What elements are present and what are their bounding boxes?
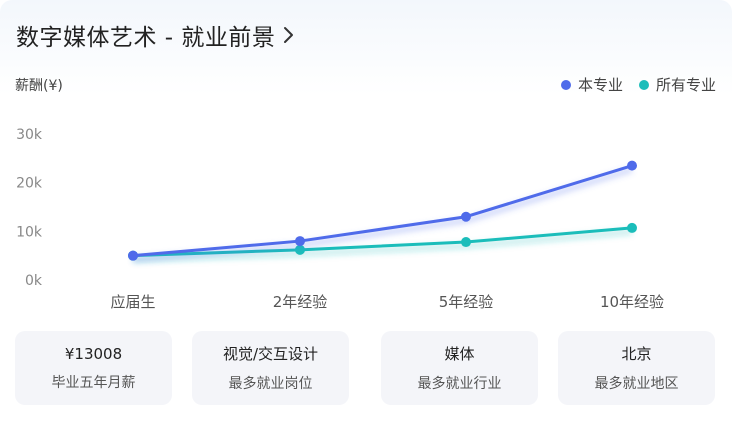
stat-value: 媒体 — [444, 345, 475, 363]
y-tick-label: 30k — [16, 127, 43, 143]
legend-item-all[interactable]: 所有专业 — [638, 74, 716, 95]
data-point[interactable] — [461, 237, 471, 248]
page-title: 数字媒体艺术 - 就业前景 — [16, 25, 276, 51]
y-tick-label: 20k — [16, 176, 43, 192]
data-point[interactable] — [461, 211, 471, 222]
legend-dot-icon — [560, 79, 571, 90]
stat-label: 最多就业岗位 — [228, 376, 313, 392]
chevron-right-icon — [283, 26, 295, 44]
y-axis-label: 薪酬(¥) — [15, 78, 63, 94]
data-point[interactable] — [627, 160, 637, 171]
stat-label: 最多就业行业 — [417, 376, 502, 392]
stat-card-industry[interactable]: 媒体 最多就业行业 — [381, 331, 538, 405]
data-point[interactable] — [128, 250, 138, 261]
stats-row: ¥13008 毕业五年月薪 视觉/交互设计 最多就业岗位 媒体 最多就业行业 北… — [15, 331, 717, 405]
chart-legend: 本专业 所有专业 — [545, 74, 716, 95]
legend-dot-icon — [638, 79, 649, 90]
legend-label-all: 所有专业 — [655, 76, 716, 94]
stat-label: 最多就业地区 — [594, 376, 679, 392]
employment-card: 数字媒体艺术 - 就业前景 薪酬(¥) 本专业 所有专业 0k 10k 20k 30k… — [0, 0, 732, 431]
stat-value: 视觉/交互设计 — [222, 345, 319, 363]
stat-value: ¥13008 — [64, 344, 123, 363]
legend-label-major: 本专业 — [577, 76, 623, 94]
data-point[interactable] — [627, 222, 637, 233]
data-point[interactable] — [295, 236, 305, 247]
salary-line-chart: 0k 10k 20k 30k 应届生 2年经验 5年经验 10年经验 — [16, 127, 664, 311]
stat-value: 北京 — [621, 345, 652, 363]
y-tick-label: 10k — [16, 224, 43, 240]
title-link[interactable]: 数字媒体艺术 - 就业前景 — [16, 18, 295, 52]
stat-card-region[interactable]: 北京 最多就业地区 — [558, 331, 715, 405]
stat-label: 毕业五年月薪 — [51, 374, 136, 391]
stat-card-position[interactable]: 视觉/交互设计 最多就业岗位 — [192, 331, 349, 405]
series-line-major — [132, 164, 633, 258]
x-tick-label: 2年经验 — [273, 293, 328, 311]
x-tick-label: 5年经验 — [439, 293, 494, 311]
stat-card-salary[interactable]: ¥13008 毕业五年月薪 — [15, 331, 172, 405]
y-tick-label: 0k — [25, 273, 43, 289]
legend-item-major[interactable]: 本专业 — [560, 74, 623, 95]
x-tick-label: 应届生 — [110, 293, 155, 311]
x-tick-label: 10年经验 — [600, 293, 664, 311]
